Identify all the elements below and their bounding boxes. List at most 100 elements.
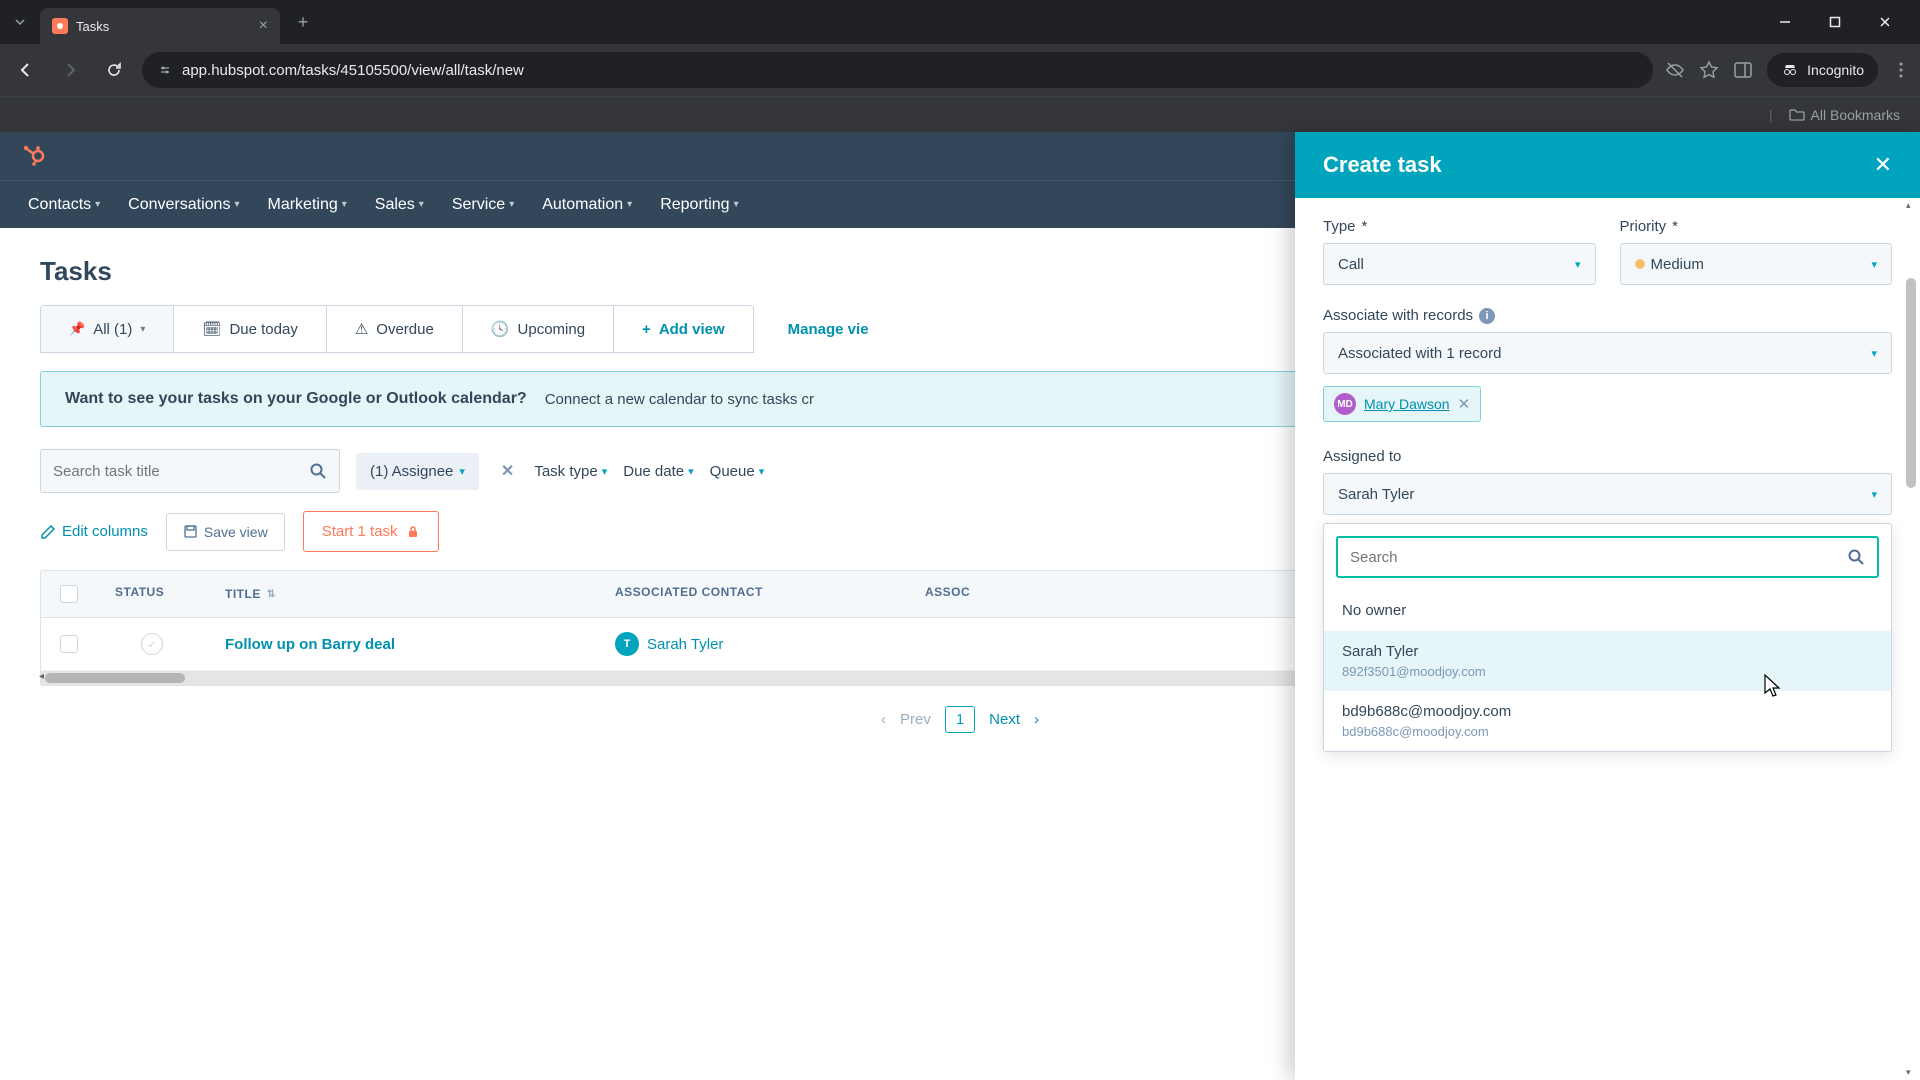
pin-icon: 📌 [69,321,85,337]
priority-select[interactable]: Medium ▾ [1620,243,1893,285]
sort-icon: ⇅ [267,589,276,600]
row-checkbox[interactable] [60,635,78,653]
maximize-button[interactable] [1820,7,1850,37]
view-tabs: 📌 All (1) ▾ 🗓 Due today ⚠ Overdue 🕓 Upco… [40,305,754,353]
hide-extension-icon[interactable] [1665,60,1685,80]
address-bar: app.hubspot.com/tasks/45105500/view/all/… [0,44,1920,96]
scroll-up-arrow[interactable]: ▴ [1906,200,1911,211]
dropdown-search[interactable] [1336,536,1879,578]
bookmark-star-icon[interactable] [1699,60,1719,80]
close-panel-button[interactable]: ✕ [1874,152,1892,178]
chevron-down-icon: ▾ [627,199,632,210]
chevron-down-icon: ▾ [234,199,239,210]
nav-conversations[interactable]: Conversations▾ [128,196,239,214]
banner-body: Connect a new calendar to sync tasks cr [545,391,814,408]
reload-button[interactable] [98,54,130,86]
chevron-down-icon: ▾ [419,199,424,210]
search-task-input[interactable] [40,449,340,493]
minimize-button[interactable] [1770,7,1800,37]
chevron-right-icon[interactable]: › [1034,711,1039,728]
hubspot-logo[interactable] [20,142,48,170]
tab-overdue[interactable]: ⚠ Overdue [327,306,463,352]
chevron-down-icon: ▾ [1575,258,1581,271]
assigned-to-select[interactable]: Sarah Tyler ▾ [1323,473,1892,515]
nav-automation[interactable]: Automation▾ [542,196,632,214]
create-task-panel: Create task ✕ Type * Call ▾ Priority * M… [1295,132,1920,1080]
close-tab-icon[interactable]: × [259,17,268,35]
tab-due-today[interactable]: 🗓 Due today [174,306,326,352]
task-status-toggle[interactable]: ✓ [141,633,163,655]
browser-menu-icon[interactable] [1892,61,1910,79]
task-contact[interactable]: T Sarah Tyler [597,618,907,670]
record-name-link[interactable]: Mary Dawson [1364,396,1450,412]
nav-service[interactable]: Service▾ [452,196,514,214]
remove-record-button[interactable]: ✕ [1458,395,1471,413]
nav-reporting[interactable]: Reporting▾ [660,196,738,214]
close-window-button[interactable] [1870,7,1900,37]
hubspot-favicon [52,18,68,34]
search-task-field[interactable] [53,463,299,480]
col-status[interactable]: STATUS [97,571,207,617]
url-text: app.hubspot.com/tasks/45105500/view/all/… [182,62,524,79]
tab-all[interactable]: 📌 All (1) ▾ [41,306,174,352]
associated-record-chip: MD Mary Dawson ✕ [1323,386,1481,422]
tab-upcoming[interactable]: 🕓 Upcoming [463,306,614,352]
contact-avatar: T [615,632,639,656]
next-page[interactable]: Next [989,711,1020,728]
info-icon[interactable]: i [1479,308,1495,324]
edit-columns-link[interactable]: Edit columns [40,523,148,540]
dropdown-search-input[interactable] [1350,549,1839,566]
side-panel-icon[interactable] [1733,60,1753,80]
active-tab[interactable]: Tasks × [40,8,280,44]
chevron-down-icon: ▾ [759,465,765,478]
filter-assignee[interactable]: (1) Assignee ▾ [356,453,479,490]
chevron-down-icon: ▾ [734,199,739,210]
forward-button[interactable] [54,54,86,86]
filter-queue[interactable]: Queue▾ [710,463,765,480]
save-view-button[interactable]: Save view [166,513,285,551]
chevron-down-icon: ▾ [602,465,608,478]
option-bd9b688c[interactable]: bd9b688c@moodjoy.com bd9b688c@moodjoy.co… [1324,691,1891,751]
scrollbar-thumb[interactable] [45,673,185,683]
option-sarah-tyler[interactable]: Sarah Tyler 892f3501@moodjoy.com [1324,631,1891,691]
url-input[interactable]: app.hubspot.com/tasks/45105500/view/all/… [142,52,1653,88]
add-view-button[interactable]: + Add view [614,306,753,352]
back-button[interactable] [10,54,42,86]
nav-marketing[interactable]: Marketing▾ [267,196,346,214]
start-task-button[interactable]: Start 1 task [303,511,439,552]
chevron-down-icon: ▾ [509,199,514,210]
chevron-left-icon[interactable]: ‹ [881,711,886,728]
warning-icon: ⚠ [355,320,368,338]
chevron-down-icon: ▾ [342,199,347,210]
select-all-checkbox[interactable] [60,585,78,603]
calendar-icon: 🗓 [202,320,221,338]
type-select[interactable]: Call ▾ [1323,243,1596,285]
panel-scrollbar[interactable]: ▴ ▾ [1904,198,1918,1080]
prev-page[interactable]: Prev [900,711,931,728]
task-title-link[interactable]: Follow up on Barry deal [207,622,597,667]
field-associate: Associate with records i Associated with… [1323,307,1892,422]
chevron-down-icon: ▾ [95,199,100,210]
manage-views-link[interactable]: Manage vie [778,307,879,352]
associate-select[interactable]: Associated with 1 record ▾ [1323,332,1892,374]
filter-task-type[interactable]: Task type▾ [534,463,607,480]
incognito-badge[interactable]: Incognito [1767,53,1878,87]
new-tab-button[interactable]: + [288,7,318,37]
scrollbar-thumb[interactable] [1906,278,1916,488]
panel-body: Type * Call ▾ Priority * Medium ▾ Associ… [1295,198,1920,1080]
nav-sales[interactable]: Sales▾ [375,196,424,214]
tab-search-dropdown[interactable] [0,0,40,44]
scroll-down-arrow[interactable]: ▾ [1906,1067,1911,1078]
option-no-owner[interactable]: No owner [1324,590,1891,631]
col-contact[interactable]: ASSOCIATED CONTACT [597,571,907,617]
chevron-down-icon: ▾ [1871,347,1877,360]
col-title[interactable]: TITLE⇅ [207,571,597,617]
nav-contacts[interactable]: Contacts▾ [28,196,100,214]
search-icon [1847,548,1865,566]
pencil-icon [40,524,56,540]
incognito-icon [1781,61,1799,79]
filter-due-date[interactable]: Due date▾ [623,463,693,480]
clear-assignee-filter[interactable]: ✕ [497,457,518,485]
all-bookmarks-link[interactable]: All Bookmarks [1789,107,1900,123]
tab-title: Tasks [76,19,109,34]
